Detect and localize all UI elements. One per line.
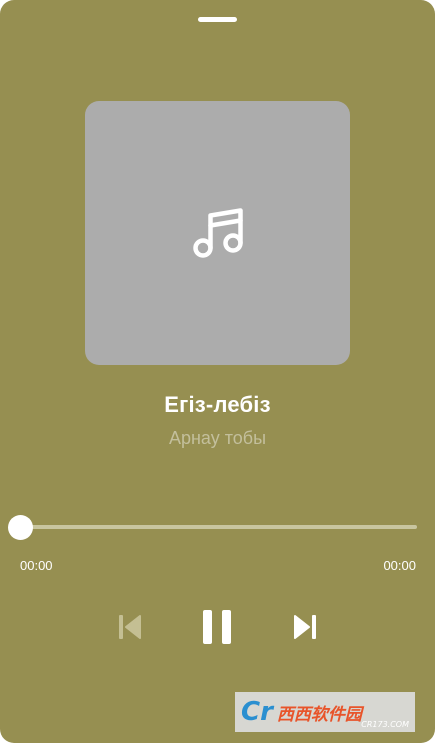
progress-thumb[interactable] <box>7 515 33 540</box>
skip-previous-icon <box>119 615 141 639</box>
previous-button[interactable] <box>113 607 147 647</box>
progress-track[interactable] <box>20 525 417 529</box>
skip-next-icon <box>294 615 316 639</box>
watermark-text: 西西软件园 <box>276 704 362 725</box>
total-duration: 00:00 <box>383 558 416 573</box>
elapsed-time: 00:00 <box>20 558 53 573</box>
drag-handle[interactable] <box>198 17 237 22</box>
album-artwork <box>85 101 350 365</box>
next-button[interactable] <box>288 607 322 647</box>
artist-name: Арнау тобы <box>168 428 267 448</box>
watermark-url: CR173.COM <box>361 720 409 729</box>
pause-icon <box>203 610 231 644</box>
music-note-icon <box>192 208 243 258</box>
track-title: Егіз-лебіз <box>164 392 271 417</box>
player-sheet: Егіз-лебіз Арнау тобы 00:00 00:00 Cr 西西软… <box>0 0 435 743</box>
watermark: Cr 西西软件园 CR173.COM <box>235 692 415 732</box>
pause-button[interactable] <box>197 607 237 647</box>
watermark-logo: Cr <box>241 697 273 727</box>
